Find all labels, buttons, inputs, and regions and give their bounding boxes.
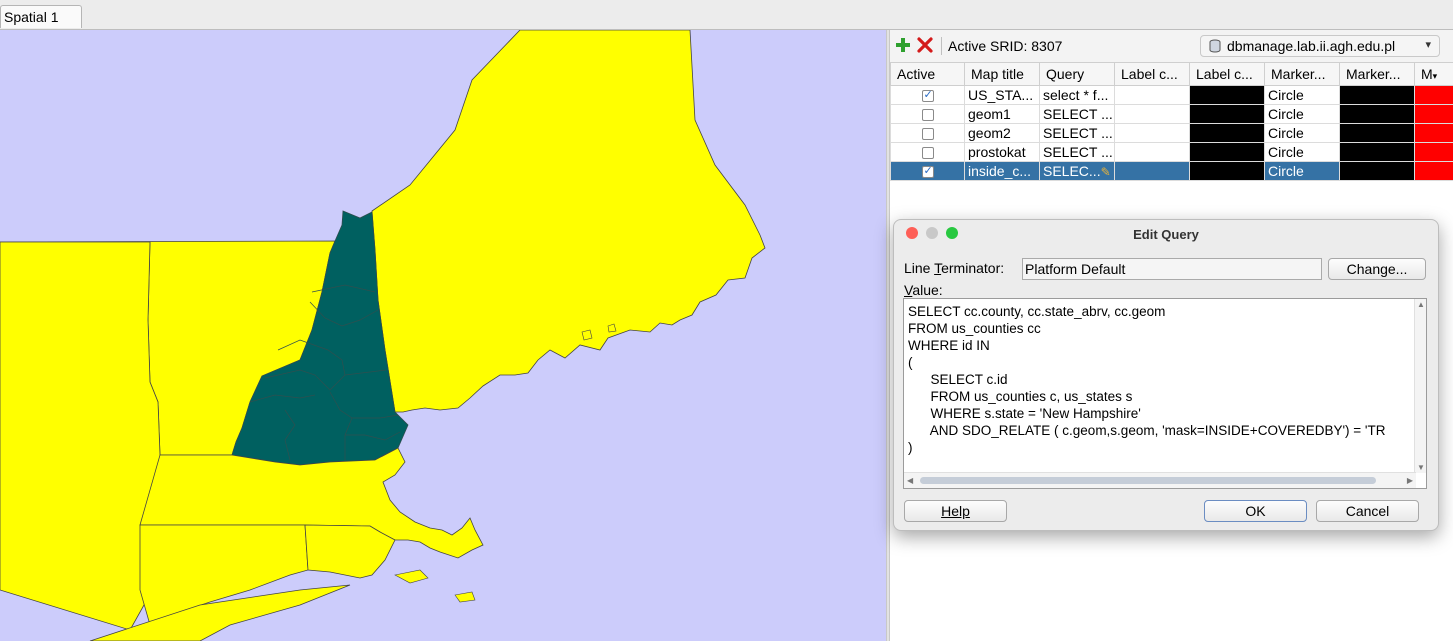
label-color-cell[interactable] [1114,142,1190,162]
state-new-york [0,241,161,631]
marker-cell[interactable]: Circle [1264,104,1340,124]
marker-color-swatch[interactable] [1339,123,1415,143]
marker-color-swatch[interactable] [1339,85,1415,105]
table-row[interactable]: geom1 SELECT ... Circle [890,104,1453,124]
col-header-active[interactable]: Active [890,62,965,86]
table-row[interactable]: prostokat SELECT ... Circle [890,142,1453,162]
col-header-m[interactable]: M▾ [1414,62,1453,86]
query-cell[interactable]: SELECT ... [1039,123,1115,143]
scrollbar-thumb[interactable] [920,477,1376,484]
island-maine-1 [581,329,593,341]
help-button[interactable]: Help [904,500,1007,522]
active-srid-label: Active SRID: 8307 [948,38,1063,54]
label-color-swatch[interactable] [1189,123,1265,143]
tab-spatial-1[interactable]: Spatial 1 [0,5,82,28]
m-color-swatch[interactable] [1414,85,1453,105]
marker-cell[interactable]: Circle [1264,85,1340,105]
active-cell[interactable] [890,104,965,124]
map-svg[interactable] [0,30,886,641]
marker-cell[interactable]: Circle [1264,142,1340,162]
toolbar-separator [941,37,942,55]
table-row-selected[interactable]: inside_c... SELEC...✎ Circle [890,161,1453,181]
active-checkbox[interactable] [921,128,934,141]
database-icon [1209,39,1221,53]
m-color-swatch[interactable] [1414,161,1453,181]
col-header-marker-1[interactable]: Marker... [1264,62,1340,86]
label-color-swatch[interactable] [1189,142,1265,162]
connection-name: dbmanage.lab.ii.agh.edu.pl [1227,38,1396,54]
label-color-swatch[interactable] [1189,104,1265,124]
map-title-cell[interactable]: geom2 [964,123,1040,143]
label-color-cell[interactable] [1114,104,1190,124]
label-color-cell[interactable] [1114,85,1190,105]
query-text[interactable]: SELECT cc.county, cc.state_abrv, cc.geom… [908,303,1386,456]
active-checkbox[interactable] [921,164,934,179]
edit-query-dialog: Edit Query Line Terminator: Platform Def… [893,219,1439,531]
col-header-map-title[interactable]: Map title [964,62,1040,86]
change-button[interactable]: Change... [1328,258,1426,280]
vertical-scrollbar[interactable]: ▲ ▼ [1414,299,1426,473]
marker-cell[interactable]: Circle [1264,161,1340,181]
active-cell[interactable] [890,142,965,162]
map-title-cell[interactable]: inside_c... [964,161,1040,181]
table-row[interactable]: geom2 SELECT ... Circle [890,123,1453,143]
active-cell[interactable] [890,85,965,105]
m-color-swatch[interactable] [1414,142,1453,162]
m-color-swatch[interactable] [1414,104,1453,124]
active-cell[interactable] [890,161,965,181]
label-color-swatch[interactable] [1189,161,1265,181]
col-header-label-color-1[interactable]: Label c... [1114,62,1190,86]
scroll-down-icon[interactable]: ▼ [1417,463,1425,472]
dialog-title: Edit Query [1133,227,1199,242]
scroll-right-icon[interactable]: ▶ [1407,476,1413,485]
active-checkbox[interactable] [921,88,934,103]
chevron-down-icon: ▾ [1425,39,1431,51]
tab-strip: Spatial 1 [0,0,1453,30]
query-cell[interactable]: select * f... [1039,85,1115,105]
map-title-cell[interactable]: prostokat [964,142,1040,162]
active-cell[interactable] [890,123,965,143]
scroll-left-icon[interactable]: ◀ [907,476,913,485]
label-color-swatch[interactable] [1189,85,1265,105]
line-terminator-field[interactable]: Platform Default [1022,258,1322,280]
table-header-row: Active Map title Query Label c... Label … [890,62,1453,86]
connection-dropdown[interactable]: dbmanage.lab.ii.agh.edu.pl ▾ [1200,35,1440,57]
query-cell[interactable]: SELECT ... [1039,142,1115,162]
m-color-swatch[interactable] [1414,123,1453,143]
query-cell[interactable]: SELECT ... [1039,104,1115,124]
delete-icon[interactable] [917,37,933,53]
col-header-marker-2[interactable]: Marker... [1339,62,1415,86]
label-color-cell[interactable] [1114,161,1190,181]
query-cell[interactable]: SELEC...✎ [1039,161,1115,181]
active-checkbox[interactable] [921,147,934,160]
map-title-cell[interactable]: US_STA... [964,85,1040,105]
col-header-query[interactable]: Query [1039,62,1115,86]
horizontal-scrollbar[interactable]: ◀ ▶ [904,472,1416,488]
map-canvas[interactable] [0,30,886,641]
col-header-label-color-2[interactable]: Label c... [1189,62,1265,86]
map-title-cell[interactable]: geom1 [964,104,1040,124]
layers-toolbar: Active SRID: 8307 dbmanage.lab.ii.agh.ed… [890,30,1453,63]
marker-color-swatch[interactable] [1339,161,1415,181]
value-label: Value: [904,282,943,298]
active-checkbox[interactable] [921,109,934,122]
scroll-up-icon[interactable]: ▲ [1417,300,1425,309]
marker-cell[interactable]: Circle [1264,123,1340,143]
ok-button[interactable]: OK [1204,500,1307,522]
marker-color-swatch[interactable] [1339,142,1415,162]
layers-table: Active Map title Query Label c... Label … [890,62,1453,181]
add-icon[interactable] [895,37,911,53]
line-terminator-label: Line Terminator: [904,260,1005,276]
chevron-down-icon: ▾ [1432,71,1438,81]
marker-color-swatch[interactable] [1339,104,1415,124]
table-row[interactable]: US_STA... select * f... Circle [890,85,1453,105]
pencil-icon[interactable]: ✎ [1101,165,1111,179]
label-color-cell[interactable] [1114,123,1190,143]
query-textarea[interactable]: SELECT cc.county, cc.state_abrv, cc.geom… [903,298,1427,489]
cancel-button[interactable]: Cancel [1316,500,1419,522]
